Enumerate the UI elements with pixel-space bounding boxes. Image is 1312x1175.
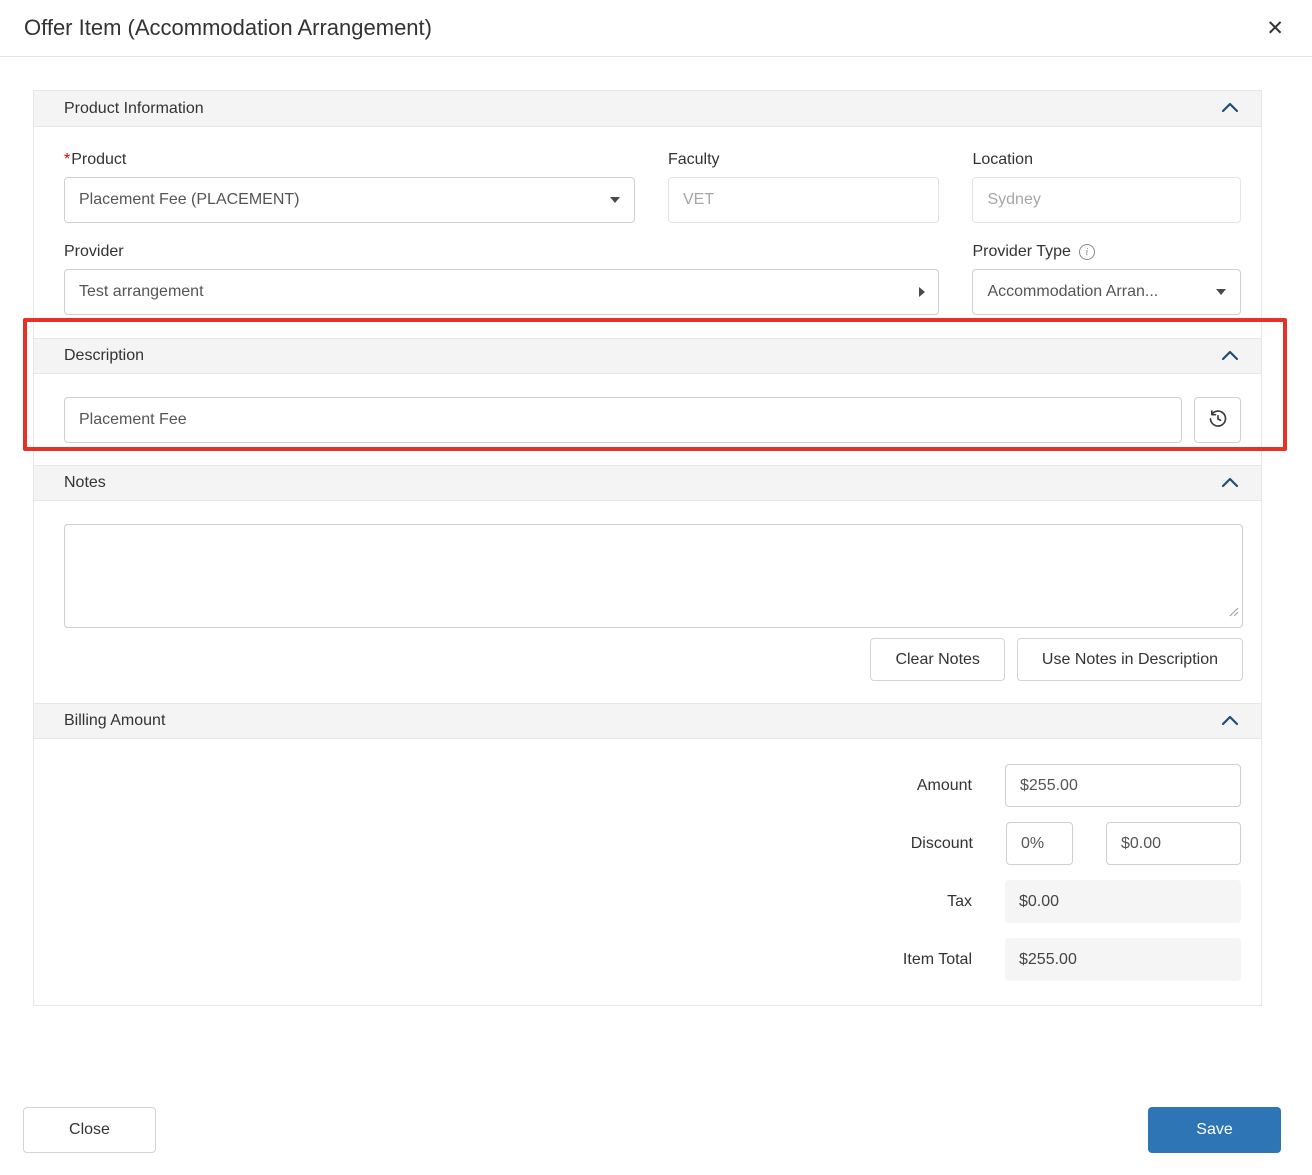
collapse-button[interactable] — [1221, 349, 1239, 364]
save-button[interactable]: Save — [1148, 1107, 1281, 1153]
collapse-button[interactable] — [1221, 714, 1239, 729]
item-total-label: Item Total — [903, 951, 972, 969]
section-title: Billing Amount — [64, 712, 165, 730]
required-marker: * — [64, 151, 70, 168]
location-label: Location — [972, 151, 1241, 169]
chevron-up-icon — [1221, 476, 1239, 491]
collapse-button[interactable] — [1221, 101, 1239, 116]
tax-value: $0.00 — [1005, 880, 1241, 923]
resize-handle-icon[interactable] — [1229, 604, 1239, 622]
billing-amount-body: Amount Discount Tax $0.00 Item Total $25… — [34, 739, 1261, 1005]
section-header-description: Description — [34, 338, 1261, 374]
amount-field[interactable] — [1005, 764, 1241, 807]
modal-header: Offer Item (Accommodation Arrangement) ✕ — [0, 0, 1312, 57]
reset-description-button[interactable] — [1194, 397, 1241, 443]
faculty-field — [668, 177, 940, 223]
modal-title: Offer Item (Accommodation Arrangement) — [24, 15, 432, 41]
section-title: Description — [64, 347, 144, 365]
history-restore-icon — [1208, 409, 1228, 432]
modal-body: Product Information *Product Placement F… — [33, 90, 1262, 1006]
provider-expand-icon[interactable] — [919, 287, 925, 297]
description-body — [34, 374, 1261, 465]
chevron-up-icon — [1221, 349, 1239, 364]
product-information-body: *Product Placement Fee (PLACEMENT) Facul… — [34, 127, 1261, 338]
info-icon[interactable]: i — [1079, 244, 1095, 260]
section-title: Notes — [64, 474, 106, 492]
clear-notes-button[interactable]: Clear Notes — [870, 638, 1004, 681]
provider-type-label: Provider Type — [972, 243, 1070, 261]
provider-field[interactable] — [64, 269, 939, 315]
discount-percent-field[interactable] — [1006, 822, 1073, 865]
section-header-billing-amount: Billing Amount — [34, 703, 1261, 739]
product-label: *Product — [64, 151, 635, 169]
notes-textarea[interactable] — [64, 524, 1243, 628]
amount-label: Amount — [917, 777, 972, 795]
provider-label: Provider — [64, 243, 939, 261]
section-title: Product Information — [64, 100, 204, 118]
chevron-up-icon — [1221, 101, 1239, 116]
chevron-down-icon — [610, 197, 620, 203]
section-header-product-information: Product Information — [34, 91, 1261, 127]
collapse-button[interactable] — [1221, 476, 1239, 491]
discount-label: Discount — [911, 835, 973, 853]
discount-amount-field[interactable] — [1106, 822, 1241, 865]
description-field[interactable] — [64, 397, 1182, 443]
notes-body: Clear Notes Use Notes in Description — [34, 501, 1261, 703]
provider-type-select-value: Accommodation Arran... — [987, 283, 1158, 301]
tax-label: Tax — [947, 893, 972, 911]
chevron-down-icon — [1216, 289, 1226, 295]
chevron-up-icon — [1221, 714, 1239, 729]
close-icon[interactable]: ✕ — [1266, 18, 1284, 39]
product-select-value: Placement Fee (PLACEMENT) — [79, 191, 300, 209]
offer-item-modal: Offer Item (Accommodation Arrangement) ✕… — [0, 0, 1312, 1175]
close-button[interactable]: Close — [23, 1107, 156, 1153]
provider-type-select[interactable]: Accommodation Arran... — [972, 269, 1241, 315]
item-total-value: $255.00 — [1005, 938, 1241, 981]
section-header-notes: Notes — [34, 465, 1261, 501]
faculty-label: Faculty — [668, 151, 940, 169]
use-notes-in-description-button[interactable]: Use Notes in Description — [1017, 638, 1243, 681]
product-select[interactable]: Placement Fee (PLACEMENT) — [64, 177, 635, 223]
location-field — [972, 177, 1241, 223]
